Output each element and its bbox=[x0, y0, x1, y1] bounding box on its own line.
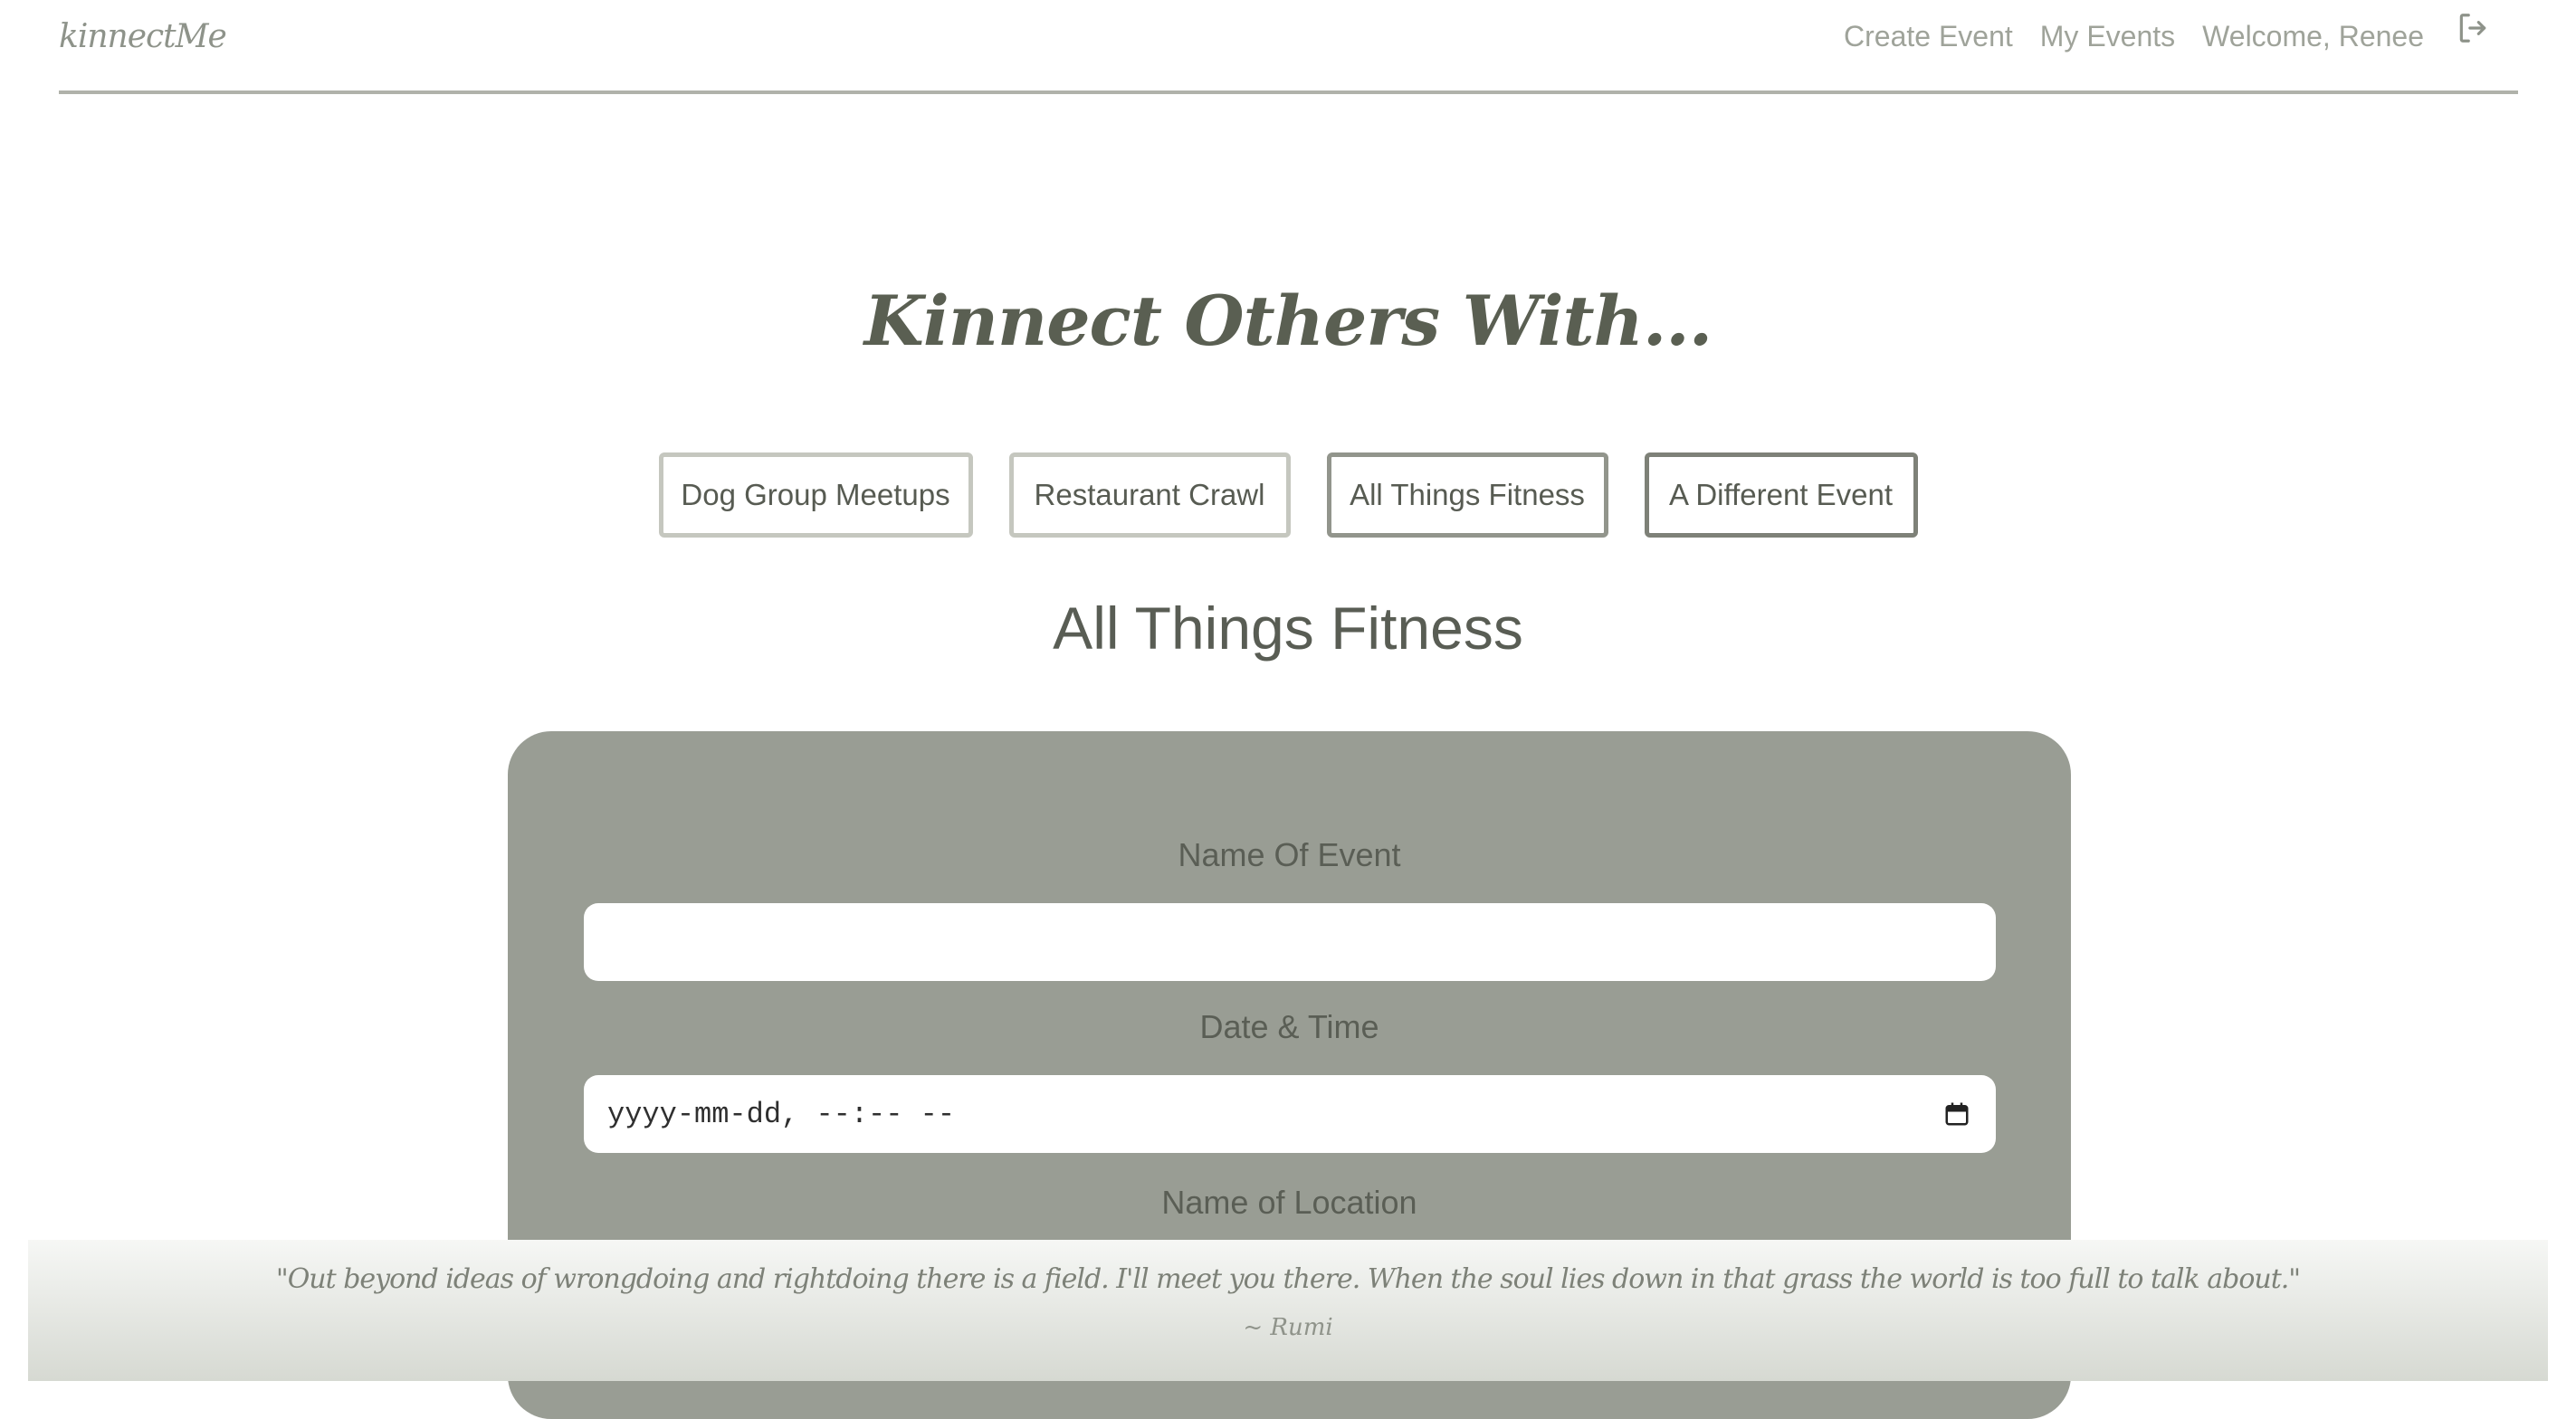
category-restaurant-crawl-button[interactable]: Restaurant Crawl bbox=[1008, 452, 1291, 538]
nav-link-create-event[interactable]: Create Event bbox=[1844, 20, 2013, 53]
navbar: kinnectMe Create Event My Events Welcome… bbox=[59, 0, 2518, 94]
hero-title: Kinnect Others With... bbox=[863, 281, 1713, 361]
brand-logo[interactable]: kinnectMe bbox=[59, 18, 227, 55]
datetime-placeholder: yyyy-mm-dd, --:-- -- bbox=[607, 1097, 956, 1131]
footer-quote-author: ~ Rumi bbox=[1243, 1314, 1333, 1341]
quote-footer: "Out beyond ideas of wrongdoing and righ… bbox=[28, 1240, 2548, 1381]
event-name-label: Name Of Event bbox=[1178, 836, 1401, 873]
footer-quote: "Out beyond ideas of wrongdoing and righ… bbox=[275, 1263, 2301, 1295]
nav-link-my-events[interactable]: My Events bbox=[2040, 20, 2175, 53]
category-all-things-fitness-button[interactable]: All Things Fitness bbox=[1326, 452, 1608, 538]
category-buttons: Dog Group Meetups Restaurant Crawl All T… bbox=[0, 452, 2576, 538]
logout-icon[interactable] bbox=[2455, 10, 2491, 46]
nav-links: Create Event My Events Welcome, Renee bbox=[1817, 13, 2518, 60]
category-dog-group-meetups-button[interactable]: Dog Group Meetups bbox=[658, 452, 973, 538]
section-title: All Things Fitness bbox=[1053, 595, 1523, 662]
datetime-label: Date & Time bbox=[1199, 1008, 1379, 1045]
datetime-input[interactable]: yyyy-mm-dd, --:-- -- bbox=[584, 1075, 1996, 1153]
location-label: Name of Location bbox=[1161, 1184, 1417, 1221]
calendar-icon[interactable] bbox=[1942, 1099, 1972, 1129]
category-different-event-button[interactable]: A Different Event bbox=[1644, 452, 1918, 538]
welcome-user-link[interactable]: Welcome, Renee bbox=[2202, 20, 2424, 53]
event-name-input[interactable] bbox=[584, 903, 1996, 981]
